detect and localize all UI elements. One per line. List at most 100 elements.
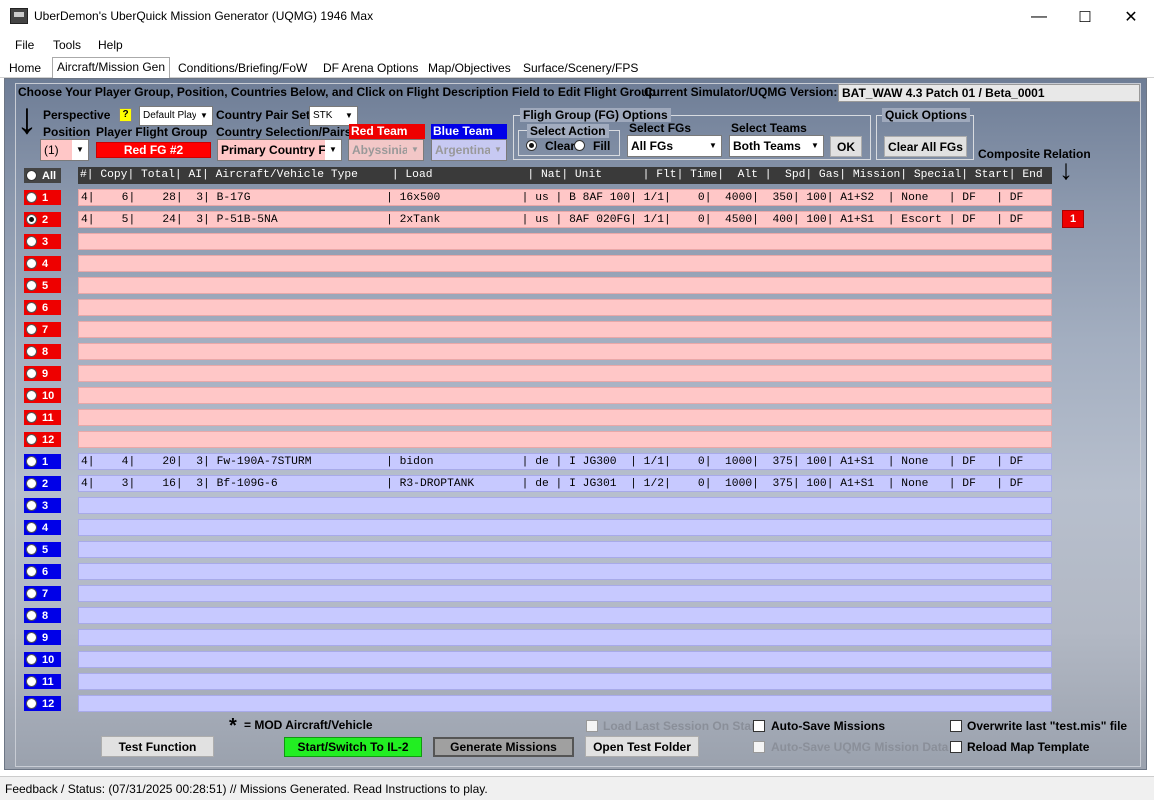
blue-fg-row[interactable] (78, 519, 1052, 536)
red-fg-selector[interactable]: 12 (24, 432, 61, 447)
start-switch-button[interactable]: Start/Switch To IL-2 (284, 737, 422, 757)
clear-label: Clear (545, 139, 576, 153)
blue-fg-number: 3 (42, 499, 49, 512)
ok-button[interactable]: OK (830, 136, 862, 157)
blue-fg-row[interactable] (78, 563, 1052, 580)
auto-save-uqmg-label: Auto-Save UQMG Mission Data (771, 740, 949, 754)
blue-fg-row[interactable] (78, 629, 1052, 646)
blue-fg-row[interactable] (78, 695, 1052, 712)
menu-help[interactable]: Help (98, 38, 123, 52)
select-all-toggle[interactable]: All (24, 168, 61, 183)
red-team-country-select[interactable]: Abyssinia ▼ (348, 139, 424, 161)
red-fg-row[interactable] (78, 255, 1052, 272)
position-select[interactable]: (1) ▼ (40, 139, 89, 161)
blue-fg-row[interactable] (78, 607, 1052, 624)
select-fgs-select[interactable]: All FGs ▼ (627, 135, 722, 157)
maximize-button[interactable]: ☐ (1062, 0, 1108, 34)
red-fg-selector[interactable]: 1 (24, 190, 61, 205)
load-last-session-checkbox[interactable] (586, 720, 598, 732)
country-pair-set-value: STK (313, 110, 333, 121)
blue-fg-selector[interactable]: 8 (24, 608, 61, 623)
generate-missions-button[interactable]: Generate Missions (433, 737, 574, 757)
red-fg-row[interactable]: 4| 6| 28| 3| B-17G | 16x500 | us | B 8AF… (78, 189, 1052, 206)
blue-fg-selector[interactable]: 1 (24, 454, 61, 469)
blue-fg-row[interactable]: 4| 4| 20| 3| Fw-190A-7STURM | bidon | de… (78, 453, 1052, 470)
red-fg-row[interactable] (78, 365, 1052, 382)
red-fg-selector[interactable]: 6 (24, 300, 61, 315)
red-fg-selector[interactable]: 8 (24, 344, 61, 359)
red-fg-row[interactable] (78, 277, 1052, 294)
red-fg-row[interactable] (78, 409, 1052, 426)
blue-fg-radio (26, 610, 37, 621)
blue-fg-row[interactable] (78, 651, 1052, 668)
blue-fg-row[interactable]: 4| 3| 16| 3| Bf-109G-6 | R3-DROPTANK | d… (78, 475, 1052, 492)
red-fg-row[interactable] (78, 343, 1052, 360)
tab-map-objectives[interactable]: Map/Objectives (424, 59, 515, 77)
blue-team-country-select[interactable]: Argentina ▼ (431, 139, 507, 161)
blue-fg-selector[interactable]: 10 (24, 652, 61, 667)
blue-fg-selector[interactable]: 2 (24, 476, 61, 491)
tab-df-arena[interactable]: DF Arena Options (319, 59, 422, 77)
blue-fg-row[interactable] (78, 673, 1052, 690)
help-icon[interactable]: ? (119, 108, 132, 122)
red-fg-selector[interactable]: 5 (24, 278, 61, 293)
blue-fg-row[interactable] (78, 585, 1052, 602)
red-fg-selector[interactable]: 2 (24, 212, 61, 227)
blue-fg-row[interactable] (78, 497, 1052, 514)
menu-file[interactable]: File (15, 38, 34, 52)
country-selection-select[interactable]: Primary Country F ▼ (217, 139, 342, 161)
perspective-select[interactable]: Default Play ▼ (139, 106, 213, 126)
player-fg-value[interactable]: Red FG #2 (96, 142, 211, 158)
blue-fg-selector[interactable]: 4 (24, 520, 61, 535)
reload-map-label: Reload Map Template (967, 740, 1090, 754)
blue-fg-selector[interactable]: 6 (24, 564, 61, 579)
red-fg-selector[interactable]: 9 (24, 366, 61, 381)
red-fg-row[interactable] (78, 387, 1052, 404)
close-button[interactable]: ✕ (1108, 0, 1154, 34)
blue-fg-number: 5 (42, 543, 49, 556)
composite-relation-badge[interactable]: 1 (1062, 210, 1084, 228)
select-teams-select[interactable]: Both Teams ▼ (729, 135, 824, 157)
tab-conditions[interactable]: Conditions/Briefing/FoW (174, 59, 311, 77)
clear-all-fgs-button[interactable]: Clear All FGs (884, 136, 967, 157)
blue-fg-selector[interactable]: 9 (24, 630, 61, 645)
fill-radio[interactable] (574, 140, 585, 151)
auto-save-uqmg-checkbox[interactable] (753, 741, 765, 753)
tab-aircraft-mission-gen[interactable]: Aircraft/Mission Gen (52, 57, 171, 78)
red-fg-row[interactable]: 4| 5| 24| 3| P-51B-5NA | 2xTank | us | 8… (78, 211, 1052, 228)
red-fg-row[interactable] (78, 431, 1052, 448)
tab-surface-scenery[interactable]: Surface/Scenery/FPS (519, 59, 642, 77)
blue-fg-selector[interactable]: 11 (24, 674, 61, 689)
red-fg-radio (26, 390, 37, 401)
test-function-button[interactable]: Test Function (101, 736, 214, 757)
minimize-button[interactable]: — (1016, 0, 1062, 34)
red-fg-selector[interactable]: 10 (24, 388, 61, 403)
country-pair-set-select[interactable]: STK ▼ (309, 106, 358, 126)
red-fg-selector[interactable]: 4 (24, 256, 61, 271)
blue-fg-selector[interactable]: 5 (24, 542, 61, 557)
blue-fg-selector[interactable]: 7 (24, 586, 61, 601)
blue-fg-radio (26, 544, 37, 555)
clear-radio[interactable] (526, 140, 537, 151)
overwrite-test-checkbox[interactable] (950, 720, 962, 732)
red-fg-number: 2 (42, 213, 49, 226)
blue-fg-row[interactable] (78, 541, 1052, 558)
menu-tools[interactable]: Tools (53, 38, 81, 52)
open-test-folder-button[interactable]: Open Test Folder (585, 736, 699, 757)
red-fg-row[interactable] (78, 299, 1052, 316)
blue-fg-number: 7 (42, 587, 49, 600)
red-fg-selector[interactable]: 11 (24, 410, 61, 425)
auto-save-missions-checkbox[interactable] (753, 720, 765, 732)
tab-home[interactable]: Home (5, 59, 45, 77)
blue-fg-number: 6 (42, 565, 49, 578)
blue-fg-selector[interactable]: 12 (24, 696, 61, 711)
blue-fg-selector[interactable]: 3 (24, 498, 61, 513)
mod-star: * (229, 715, 237, 737)
red-fg-selector[interactable]: 7 (24, 322, 61, 337)
red-fg-selector[interactable]: 3 (24, 234, 61, 249)
red-fg-row[interactable] (78, 233, 1052, 250)
red-fg-row[interactable] (78, 321, 1052, 338)
country-selection-value: Primary Country F (221, 143, 326, 157)
reload-map-checkbox[interactable] (950, 741, 962, 753)
red-team-country-value: Abyssinia (352, 143, 409, 157)
